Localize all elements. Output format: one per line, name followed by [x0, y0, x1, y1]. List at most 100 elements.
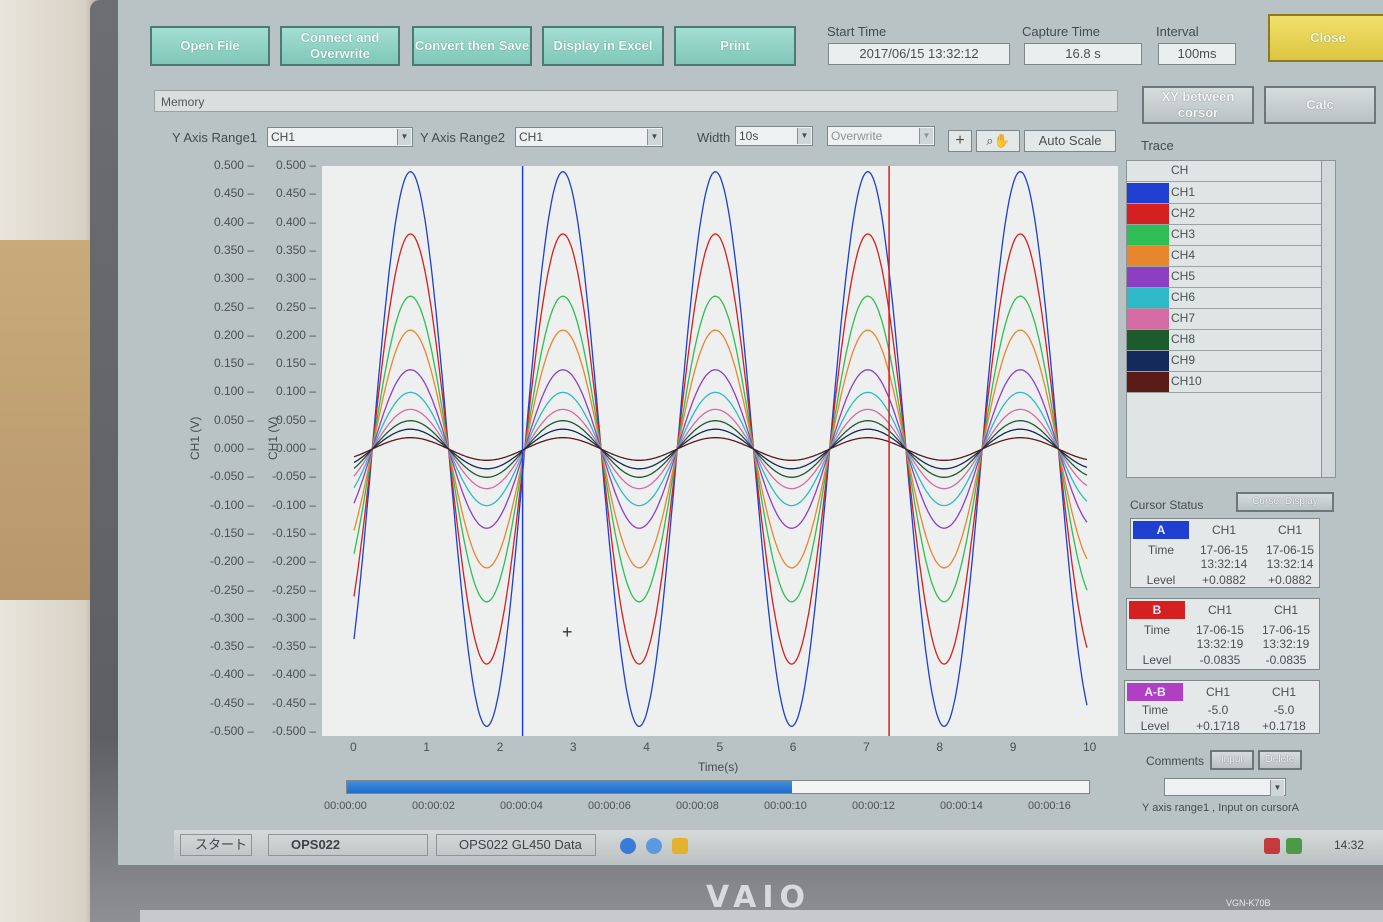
- mode-value: Overwrite: [831, 129, 883, 143]
- timeline-scrollbar[interactable]: [346, 780, 1090, 794]
- timeline-scroll-thumb[interactable]: [347, 781, 793, 793]
- y-tick-label: -0.100 –: [271, 497, 316, 512]
- print-button[interactable]: Print: [674, 26, 796, 66]
- chart-svg: +: [353, 166, 1088, 736]
- cursor-ab-ch1: CH1: [1205, 685, 1230, 699]
- x-tick-label: 9: [1009, 740, 1017, 754]
- trace-channel-name: CH6: [1171, 290, 1196, 304]
- width-select[interactable]: 10s ▼: [735, 126, 813, 146]
- y-tick-label: 0.050 –: [275, 412, 316, 427]
- taskbar-app-gl450[interactable]: OPS022 GL450 Data ...: [436, 834, 596, 865]
- y-tick-label: -0.050 –: [271, 469, 316, 484]
- trace-color-swatch: [1127, 225, 1169, 245]
- x-tick-label: 1: [423, 740, 430, 754]
- trace-channel-name: CH4: [1171, 248, 1196, 262]
- x-tick-label: 3: [569, 740, 577, 754]
- xy-between-cursor-button[interactable]: XY between corsor: [1142, 86, 1254, 124]
- y-axis-range2-select[interactable]: CH1 ▼: [515, 127, 663, 147]
- trace-channel-name: CH8: [1171, 332, 1196, 346]
- trace-row-ch10[interactable]: CH10: [1127, 372, 1323, 393]
- open-file-button[interactable]: Open File: [150, 26, 270, 66]
- y-tick-label: 0.400 –: [213, 214, 254, 229]
- cursor-ab-label: A-B: [1127, 683, 1183, 701]
- taskbar: スタート OPS022 OPS022 GL450 Data ... 14:32: [174, 830, 1383, 865]
- y-tick-label: 0.450 –: [275, 186, 316, 201]
- security-icon[interactable]: [1264, 838, 1280, 854]
- screen: Open File Connect and Overwrite Convert …: [118, 0, 1383, 865]
- y-tick-label: -0.100 –: [209, 497, 254, 512]
- calc-button[interactable]: Calc: [1264, 86, 1376, 124]
- trace-channel-name: CH3: [1171, 227, 1196, 241]
- y-axis-1-title: CH1 (V): [188, 416, 202, 460]
- trace-row-ch9[interactable]: CH9: [1127, 351, 1323, 372]
- series-line-ch3: [353, 295, 1088, 603]
- y-tick-label: 0.200 –: [213, 327, 254, 342]
- chart-plot-area[interactable]: +: [322, 166, 1118, 736]
- cursor-status-title: Cursor Status: [1130, 498, 1204, 512]
- trace-color-swatch: [1127, 351, 1169, 371]
- y-axis-range2-label: Y Axis Range2: [420, 130, 506, 145]
- comments-select[interactable]: ▼: [1164, 778, 1286, 796]
- width-label: Width: [697, 130, 731, 145]
- y-tick-label: 0.350 –: [275, 242, 316, 257]
- timeline-label: 00:00:14: [940, 800, 983, 812]
- trace-row-ch1[interactable]: CH1: [1127, 183, 1323, 204]
- y-tick-label: 0.500 –: [275, 158, 316, 172]
- y-tick-label: -0.300 –: [271, 610, 316, 625]
- folder-icon[interactable]: [672, 838, 688, 854]
- y-tick-label: 0.350 –: [213, 242, 254, 257]
- y-tick-label: -0.250 –: [271, 582, 316, 597]
- start-button[interactable]: スタート: [180, 834, 252, 856]
- trace-row-ch6[interactable]: CH6: [1127, 288, 1323, 309]
- y-axis-2-title: CH1 (V): [266, 416, 280, 460]
- y-tick-label: -0.200 –: [271, 554, 316, 569]
- y-tick-label: 0.250 –: [275, 299, 316, 314]
- trace-row-ch4[interactable]: CH4: [1127, 246, 1323, 267]
- comments-delete-button[interactable]: Delete: [1258, 750, 1302, 770]
- comments-input-button[interactable]: Input: [1210, 750, 1254, 770]
- cursor-b-ch2: CH1: [1273, 603, 1298, 617]
- chevron-down-icon: ▼: [397, 129, 411, 145]
- ie-icon[interactable]: [620, 838, 636, 854]
- trace-row-ch3[interactable]: CH3: [1127, 225, 1323, 246]
- taskbar-app-ops022[interactable]: OPS022: [268, 834, 428, 856]
- trace-row-ch2[interactable]: CH2: [1127, 204, 1323, 225]
- y-tick-label: 0.250 –: [213, 299, 254, 314]
- interval-label: Interval: [1156, 24, 1199, 39]
- trace-scrollbar[interactable]: [1321, 161, 1335, 477]
- connect-overwrite-button[interactable]: Connect and Overwrite: [280, 26, 400, 66]
- timeline-label: 00:00:06: [588, 800, 631, 812]
- comments-label: Comments: [1146, 754, 1205, 768]
- cursor-a-level2: +0.0882: [1268, 573, 1312, 587]
- mode-select[interactable]: Overwrite ▼: [827, 126, 935, 146]
- y-axis-range1-select[interactable]: CH1 ▼: [267, 127, 413, 147]
- trace-channel-name: CH5: [1171, 269, 1196, 283]
- cursor-b-level1: -0.0835: [1199, 653, 1241, 667]
- cursor-a-time-label: Time: [1147, 543, 1175, 557]
- taskbar-clock: 14:32: [1334, 838, 1365, 852]
- network-icon[interactable]: [1286, 838, 1302, 854]
- y-tick-label: 0.050 –: [213, 412, 254, 427]
- trace-row-ch8[interactable]: CH8: [1127, 330, 1323, 351]
- chevron-down-icon: ▼: [647, 129, 661, 145]
- x-tick-label: 10: [1083, 740, 1097, 754]
- trace-list[interactable]: CH CH1 CH2 CH3 CH4 CH5 CH6 CH7 CH8 CH9 CH10: [1126, 160, 1336, 478]
- convert-save-button[interactable]: Convert then Save: [412, 26, 532, 66]
- cursor-display-button[interactable]: Cursor Display: [1236, 492, 1334, 512]
- trace-row-ch7[interactable]: CH7: [1127, 309, 1323, 330]
- y-tick-label: -0.450 –: [209, 695, 254, 710]
- timeline-label: 00:00:08: [676, 800, 719, 812]
- trace-title: Trace: [1141, 138, 1174, 153]
- crosshair-icon[interactable]: +: [948, 130, 972, 152]
- trace-channel-name: CH7: [1171, 311, 1196, 325]
- y-tick-label: -0.350 –: [271, 639, 316, 654]
- close-button[interactable]: Close: [1268, 14, 1383, 62]
- trace-header-row: CH: [1127, 161, 1323, 182]
- zoom-pan-icon[interactable]: ⌕✋: [976, 130, 1020, 152]
- display-excel-button[interactable]: Display in Excel: [542, 26, 664, 66]
- mouse-crosshair-icon: +: [562, 622, 573, 642]
- auto-scale-button[interactable]: Auto Scale: [1024, 130, 1116, 152]
- cursor-ab-time1: -5.0: [1207, 703, 1229, 717]
- trace-row-ch5[interactable]: CH5: [1127, 267, 1323, 288]
- browser-icon[interactable]: [646, 838, 662, 854]
